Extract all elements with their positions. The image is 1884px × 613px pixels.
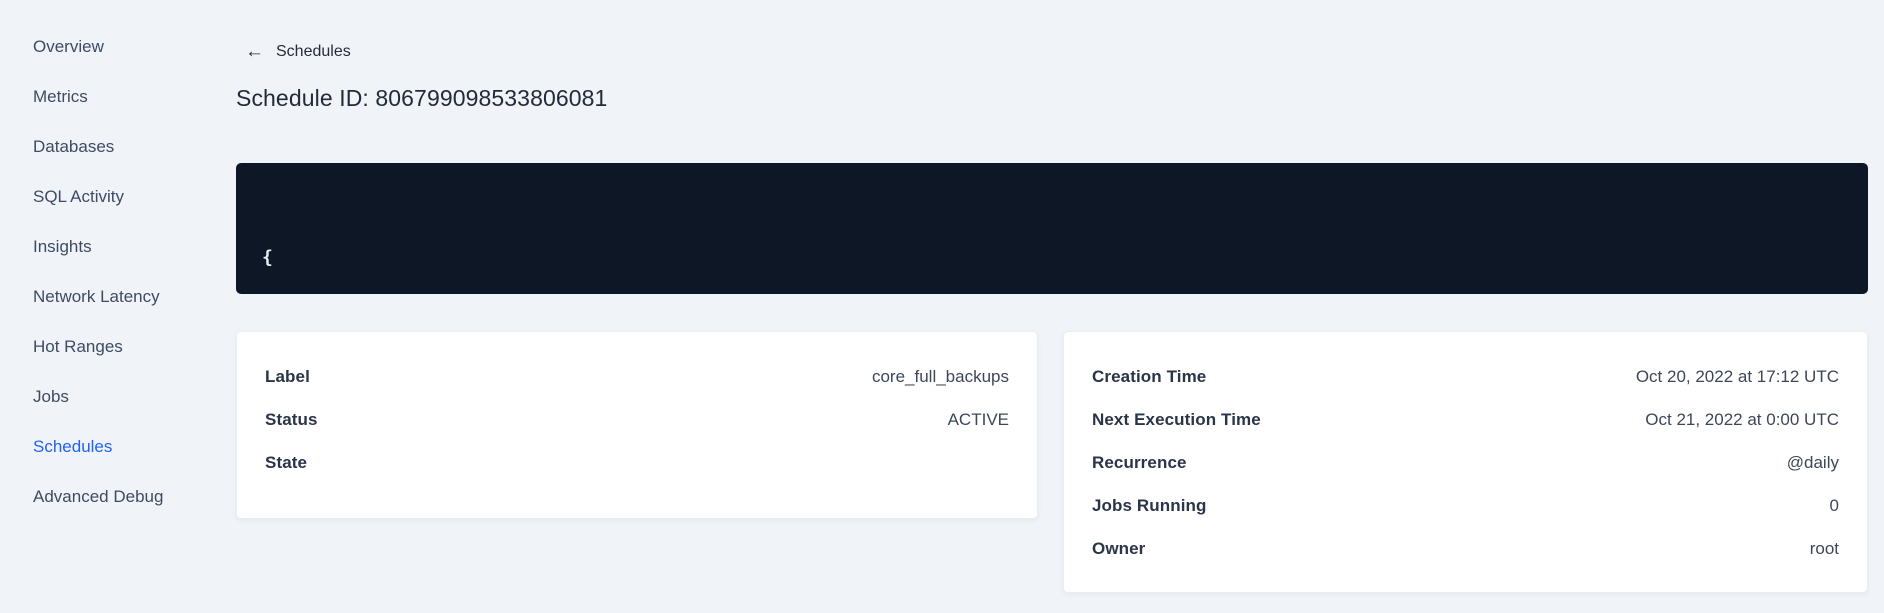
sidebar-item-label: Overview [33, 37, 104, 56]
sidebar-nav: Overview Metrics Databases SQL Activity … [0, 22, 236, 522]
detail-row-jobs-running: Jobs Running 0 [1092, 484, 1839, 527]
sidebar-item-insights[interactable]: Insights [0, 222, 236, 272]
sidebar-item-label: Hot Ranges [33, 337, 123, 356]
sidebar-item-jobs[interactable]: Jobs [0, 372, 236, 422]
detail-row-status: Status ACTIVE [265, 398, 1009, 441]
sidebar-item-databases[interactable]: Databases [0, 122, 236, 172]
back-to-schedules-link[interactable]: ← Schedules [245, 42, 351, 61]
sidebar-item-hot-ranges[interactable]: Hot Ranges [0, 322, 236, 372]
detail-value: Oct 21, 2022 at 0:00 UTC [1645, 409, 1839, 429]
detail-value: ACTIVE [947, 409, 1009, 429]
detail-label: Recurrence [1092, 452, 1187, 472]
detail-label: Creation Time [1092, 366, 1207, 386]
detail-label: State [265, 452, 308, 472]
sidebar-item-schedules[interactable]: Schedules [0, 422, 236, 472]
backup-statement-code-block: { "backup_statement": "BACKUP INTO 's3:/… [236, 163, 1868, 294]
sidebar-item-label: Databases [33, 137, 115, 156]
main-content: ← Schedules Schedule ID: 806799098533806… [236, 0, 1868, 613]
detail-label: Status [265, 409, 318, 429]
detail-value: Oct 20, 2022 at 17:12 UTC [1635, 366, 1839, 386]
detail-row-state: State [265, 441, 1009, 484]
back-arrow-icon: ← [245, 41, 264, 62]
detail-value: core_full_backups [871, 366, 1009, 386]
detail-label: Next Execution Time [1092, 409, 1261, 429]
detail-label: Jobs Running [1092, 495, 1207, 515]
sidebar-item-label: Network Latency [33, 287, 160, 306]
detail-row-owner: Owner root [1092, 527, 1839, 570]
detail-label: Label [265, 366, 310, 386]
detail-value: @daily [1786, 452, 1839, 472]
detail-value: root [1809, 538, 1839, 558]
sidebar-item-label: SQL Activity [33, 187, 125, 206]
sidebar-item-label: Insights [33, 237, 92, 256]
sidebar-item-sql-activity[interactable]: SQL Activity [0, 172, 236, 222]
code-line: { [262, 247, 273, 268]
sidebar-item-label: Schedules [33, 437, 113, 456]
back-link-label: Schedules [276, 42, 351, 60]
detail-row-recurrence: Recurrence @daily [1092, 441, 1839, 484]
sidebar-item-network-latency[interactable]: Network Latency [0, 272, 236, 322]
schedule-timing-card: Creation Time Oct 20, 2022 at 17:12 UTC … [1063, 331, 1868, 593]
schedule-summary-card: Label core_full_backups Status ACTIVE St… [236, 331, 1038, 519]
sidebar-item-label: Jobs [33, 387, 69, 406]
detail-cards-row: Label core_full_backups Status ACTIVE St… [236, 331, 1868, 593]
detail-label: Owner [1092, 538, 1146, 558]
page-title: Schedule ID: 806799098533806081 [236, 85, 608, 111]
sidebar-item-metrics[interactable]: Metrics [0, 72, 236, 122]
detail-row-next-execution-time: Next Execution Time Oct 21, 2022 at 0:00… [1092, 398, 1839, 441]
sidebar-item-overview[interactable]: Overview [0, 22, 236, 72]
sidebar-item-label: Metrics [33, 87, 88, 106]
detail-row-creation-time: Creation Time Oct 20, 2022 at 17:12 UTC [1092, 355, 1839, 398]
detail-value: 0 [1829, 495, 1839, 515]
sidebar-item-advanced-debug[interactable]: Advanced Debug [0, 472, 236, 522]
detail-row-label: Label core_full_backups [265, 355, 1009, 398]
sidebar-item-label: Advanced Debug [33, 487, 164, 506]
